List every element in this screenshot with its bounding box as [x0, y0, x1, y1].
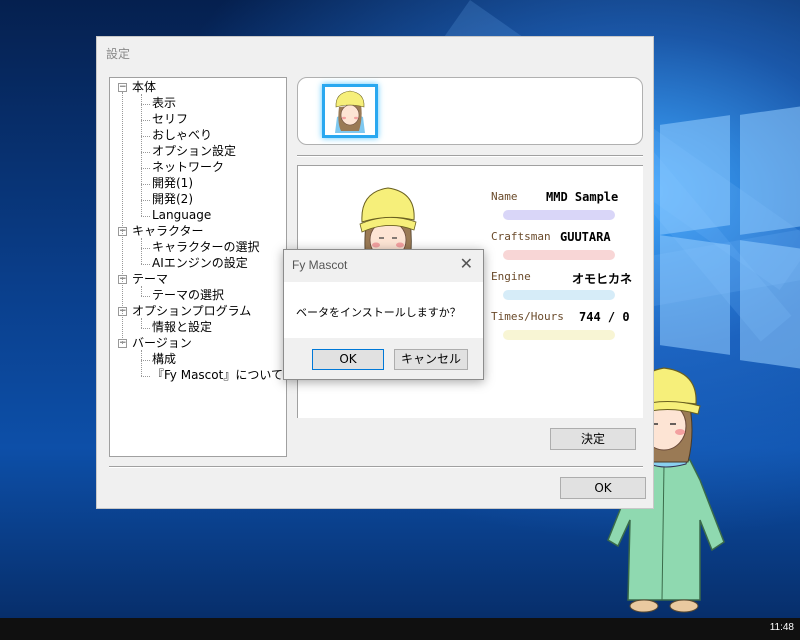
craftsman-label: Craftsman — [491, 230, 551, 243]
engine-label: Engine — [491, 270, 531, 283]
tree-node-label: 情報と設定 — [152, 320, 213, 334]
tree-node-label: セリフ — [152, 112, 189, 126]
windows-logo — [660, 115, 730, 235]
taskbar: 11:48 — [0, 618, 800, 640]
tree-node-label: 『Fy Mascot』について — [152, 368, 283, 382]
engine-value: オモヒカネ — [572, 272, 633, 286]
tree-node-item[interactable]: Language — [152, 208, 211, 222]
tree-node-item[interactable]: オプション設定 — [152, 144, 236, 158]
tree-node-label: オプションプログラム — [132, 304, 252, 318]
tree-node-label: オプション設定 — [152, 144, 237, 158]
dialog-cancel-button[interactable]: キャンセル — [394, 349, 468, 370]
decide-button[interactable]: 決定 — [550, 428, 636, 450]
tree-node-category[interactable]: キャラクター — [132, 224, 204, 238]
tree-node-label: ネットワーク — [152, 160, 225, 174]
tree-node-item[interactable]: 『Fy Mascot』について — [152, 368, 283, 382]
dialog-ok-button[interactable]: OK — [312, 349, 384, 370]
window-title: 設定 — [106, 47, 131, 61]
tree-node-label: 開発(1) — [152, 176, 193, 190]
tree-node-item[interactable]: 開発(1) — [152, 176, 193, 190]
tree-node-item[interactable]: 情報と設定 — [152, 320, 212, 334]
tree-node-label: 開発(2) — [152, 192, 193, 206]
tree-node-item[interactable]: AIエンジンの設定 — [152, 256, 248, 270]
character-thumbnail-icon — [325, 87, 375, 135]
tree-node-label: テーマの選択 — [152, 288, 225, 302]
character-strip[interactable] — [297, 77, 643, 145]
tree-node-category[interactable]: テーマ — [132, 272, 168, 286]
tree-node-item[interactable]: キャラクターの選択 — [152, 240, 260, 254]
tree-node-label: AIエンジンの設定 — [152, 256, 248, 270]
tree-node-item[interactable]: 構成 — [152, 352, 176, 366]
ok-button[interactable]: OK — [560, 477, 646, 499]
tree-node-category[interactable]: オプションプログラム — [132, 304, 251, 318]
times-value: 744 / 0 — [579, 310, 630, 324]
tree-node-item[interactable]: テーマの選択 — [152, 288, 224, 302]
name-bar — [503, 210, 615, 220]
collapse-icon[interactable]: − — [118, 83, 127, 92]
tree-node-label: キャラクター — [132, 224, 204, 238]
tree-node-label: おしゃべり — [152, 128, 213, 142]
tree-node-label: キャラクターの選択 — [152, 240, 260, 254]
times-label: Times/Hours — [491, 310, 564, 323]
tree-node-category[interactable]: バージョン — [132, 336, 192, 350]
close-icon[interactable]: ✕ — [460, 256, 473, 272]
tree-node-category[interactable]: 本体 — [132, 80, 156, 94]
tree-node-item[interactable]: ネットワーク — [152, 160, 224, 174]
craftsman-bar — [503, 250, 615, 260]
engine-bar — [503, 290, 615, 300]
tree-node-item[interactable]: セリフ — [152, 112, 188, 126]
tree-node-label: 表示 — [152, 96, 177, 110]
tree-node-item[interactable]: おしゃべり — [152, 128, 212, 142]
character-thumbnail[interactable] — [322, 84, 378, 138]
settings-tree[interactable]: − 本体表示セリフおしゃべりオプション設定 ネットワーク 開発(1) 開発(2) Lang… — [109, 77, 287, 457]
tree-node-label: バージョン — [132, 336, 192, 350]
tree-node-label: 構成 — [152, 352, 177, 366]
dialog-body: ベータをインストールしますか？ — [284, 282, 483, 338]
tree-node-item[interactable]: 開発(2) — [152, 192, 193, 206]
dialog-message: ベータをインストールしますか？ — [296, 306, 461, 319]
tree-node-item[interactable]: 表示 — [152, 96, 176, 110]
tree-node-label: テーマ — [132, 272, 169, 286]
name-value: MMD Sample — [546, 190, 619, 204]
dialog-title: Fy Mascot — [292, 258, 348, 272]
taskbar-clock[interactable]: 11:48 — [770, 622, 794, 633]
tree-node-label: Language — [152, 208, 212, 222]
craftsman-value: GUUTARA — [560, 230, 611, 244]
name-label: Name — [491, 190, 518, 203]
tree-node-label: 本体 — [132, 80, 157, 94]
times-bar — [503, 330, 615, 340]
confirm-dialog: Fy Mascot ✕ ベータをインストールしますか？ OK キャンセル — [283, 249, 484, 380]
